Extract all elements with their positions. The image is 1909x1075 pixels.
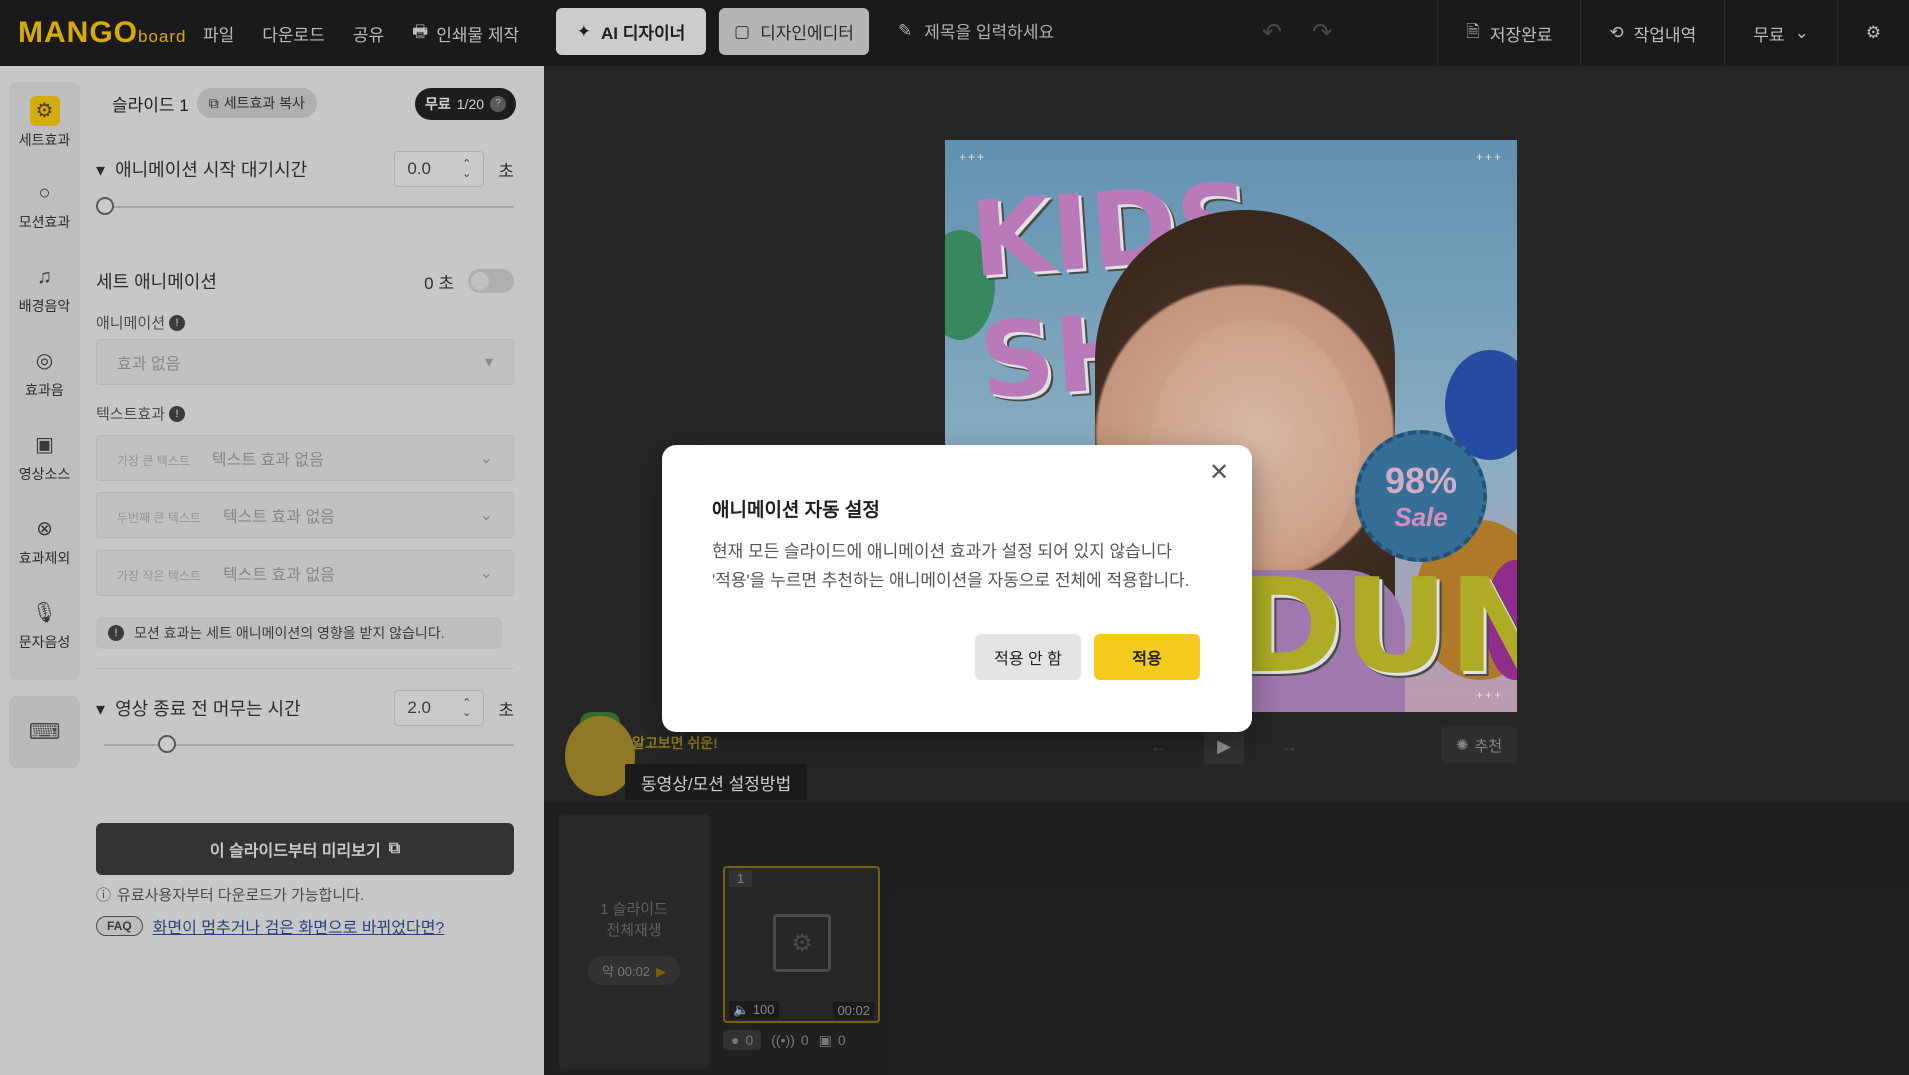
dialog-title: 애니메이션 자동 설정 <box>712 500 880 521</box>
auto-animation-dialog: ✕ 애니메이션 자동 설정 현재 모든 슬라이드에 애니메이션 효과가 설정 되… <box>662 445 1252 732</box>
dont-apply-label: 적용 안 함 <box>994 651 1062 668</box>
dialog-body-line2: '적용'을 누르면 추천하는 애니메이션을 자동으로 전체에 적용합니다. <box>712 571 1190 590</box>
dialog-body-line1: 현재 모든 슬라이드에 애니메이션 효과가 설정 되어 있지 않습니다 <box>712 542 1173 561</box>
dialog-body: 현재 모든 슬라이드에 애니메이션 효과가 설정 되어 있지 않습니다 '적용'… <box>712 537 1212 595</box>
apply-button[interactable]: 적용 <box>1094 634 1200 680</box>
apply-label: 적용 <box>1132 651 1162 668</box>
dont-apply-button[interactable]: 적용 안 함 <box>975 634 1081 680</box>
close-icon[interactable]: ✕ <box>1206 460 1232 486</box>
